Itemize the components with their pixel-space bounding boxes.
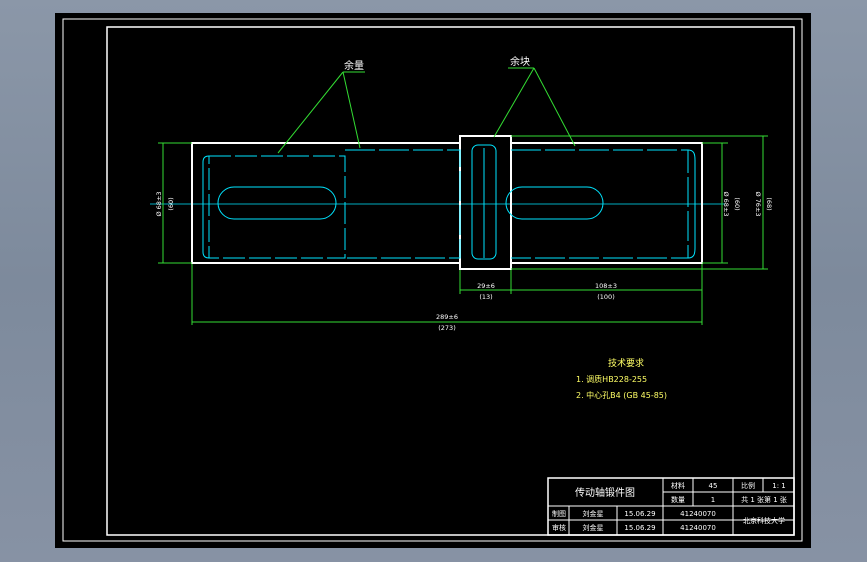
forging-drawing: 余量 余块 Ø 68±3 (60) Ø 68±3 (60) Ø 76±3 (68…	[62, 18, 803, 542]
dim-right-dia-outer-ref: (68)	[765, 197, 773, 210]
check-date: 15.06.29	[624, 524, 655, 532]
drawn-date: 15.06.29	[624, 510, 655, 518]
drawing-name: 传动轴锻件图	[575, 486, 635, 499]
drawn-label: 制图	[552, 509, 566, 518]
label-allowance-left: 余量	[344, 59, 364, 72]
dim-right-dia-inner-ref: (60)	[733, 197, 741, 210]
finished-shaft-outline	[202, 144, 696, 260]
check-number: 41240070	[680, 524, 716, 532]
label-allowance-right: 余块	[510, 55, 530, 68]
inner-border	[106, 26, 795, 536]
dim-total-length-ref: (273)	[438, 324, 455, 332]
tech-req-item-1: 1. 调质HB228-255	[576, 374, 647, 384]
sheet-value: 共 1 张第 1 张	[741, 495, 787, 504]
dim-flange-width-ref: (13)	[479, 293, 492, 301]
leader-lines	[158, 67, 768, 325]
tech-req-title: 技术要求	[608, 357, 644, 369]
outer-frame	[62, 18, 803, 542]
check-name: 刘金星	[583, 523, 604, 532]
drawn-name: 刘金星	[583, 509, 604, 518]
drawn-number: 41240070	[680, 510, 716, 518]
qty-value: 1	[711, 496, 715, 504]
qty-label: 数量	[671, 495, 685, 504]
scale-label: 比例	[741, 481, 755, 490]
material-label: 材料	[671, 481, 685, 490]
dim-right-length: 108±3	[595, 282, 617, 290]
dim-right-dia-inner: Ø 68±3	[722, 191, 730, 216]
dim-total-length: 289±6	[436, 313, 458, 321]
dim-flange-width: 29±6	[477, 282, 495, 290]
dim-left-dia: Ø 68±3	[155, 191, 163, 216]
scale-value: 1: 1	[772, 482, 786, 490]
organization: 北京科技大学	[743, 516, 785, 525]
material-value: 45	[709, 482, 718, 490]
dim-right-dia-outer: Ø 76±3	[754, 191, 762, 216]
dim-left-dia-ref: (60)	[167, 197, 175, 210]
tech-req-item-2: 2. 中心孔B4 (GB 45-85)	[576, 390, 667, 400]
check-label: 审核	[552, 523, 566, 532]
dim-right-length-ref: (100)	[597, 293, 614, 301]
